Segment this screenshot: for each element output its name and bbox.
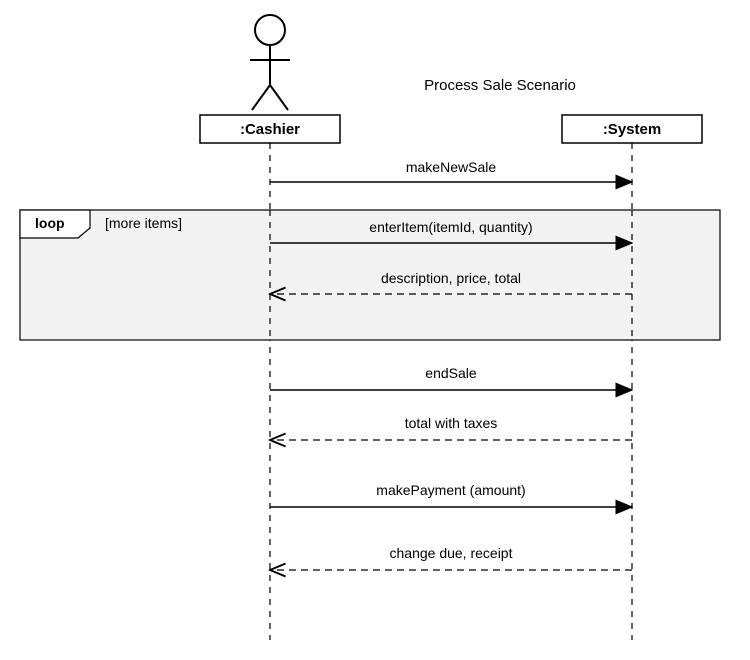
loop-guard: [more items]: [105, 215, 182, 231]
lifeline-system-label: :System: [603, 121, 661, 138]
msg-enterItem-label: enterItem(itemId, quantity): [369, 219, 532, 235]
msg-change-label: change due, receipt: [390, 545, 513, 561]
msg-description-label: description, price, total: [381, 270, 521, 286]
lifeline-cashier-label: :Cashier: [240, 121, 300, 138]
msg-makeNewSale-label: makeNewSale: [406, 159, 496, 175]
sequence-diagram: Process Sale Scenario :Cashier :System m…: [0, 0, 750, 660]
diagram-title: Process Sale Scenario: [424, 77, 576, 94]
actor-cashier: [250, 15, 290, 110]
msg-payment-label: makePayment (amount): [376, 482, 525, 498]
msg-total-label: total with taxes: [405, 415, 498, 431]
msg-endSale-label: endSale: [425, 365, 477, 381]
loop-label: loop: [35, 215, 65, 231]
